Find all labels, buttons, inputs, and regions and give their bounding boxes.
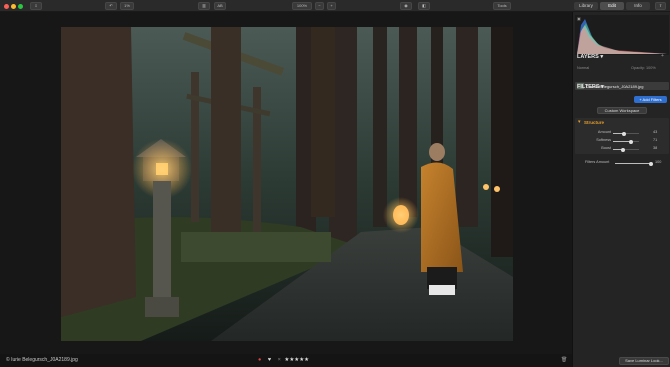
share-button[interactable]: ⇪ (655, 2, 666, 10)
structure-title: Structure (584, 120, 605, 125)
color-label-red[interactable]: ● (258, 357, 261, 363)
filters-title: FILTERS ▾ (577, 84, 604, 90)
softness-knob[interactable] (629, 139, 633, 144)
photo-image (61, 27, 513, 341)
slider-softness[interactable]: Softness 71 (575, 138, 669, 144)
slider-amount[interactable]: Amount 43 (575, 130, 669, 136)
status-bar: © Iurie Belegursch_J0A2189.jpg ● ♥ × ★★★… (0, 354, 572, 367)
layout-icon: ▥ (202, 3, 206, 8)
tab-edit[interactable]: Edit (600, 2, 624, 10)
trash-icon[interactable]: 🗑 (561, 357, 567, 363)
history-count[interactable]: 1% (120, 2, 134, 10)
amount-knob[interactable] (622, 131, 626, 136)
favorite-heart-icon[interactable]: ♥ (268, 357, 271, 363)
minimize-window-icon[interactable] (11, 4, 16, 9)
layer-opacity[interactable]: Opacity: 100% (631, 66, 656, 70)
preview-button[interactable]: ◉ (400, 2, 412, 10)
zoom-in-button[interactable]: + (327, 2, 336, 10)
histogram: ▣ (575, 15, 669, 55)
slider-boost[interactable]: Boost 38 (575, 146, 669, 152)
filename-label: © Iurie Belegursch_J0A2189.jpg (6, 357, 78, 363)
zoom-window-icon[interactable] (18, 4, 23, 9)
top-toolbar: ⇩ ↶ 1% ▥ AB 100% − + ◉ ◧ Tools Library E… (0, 0, 670, 12)
boost-knob[interactable] (621, 147, 625, 152)
histogram-icon[interactable]: ▣ (577, 16, 581, 22)
open-dropdown-button[interactable]: ⇩ (30, 2, 42, 10)
collapse-chevron-icon[interactable]: ▾ (578, 119, 581, 125)
star-rating[interactable]: ★★★★★ (284, 357, 309, 363)
history-button[interactable]: ↶ (105, 2, 117, 10)
rating-bar: ● ♥ × ★★★★★ (258, 357, 309, 363)
reject-icon[interactable]: × (278, 357, 281, 363)
structure-filter[interactable]: ▾ Structure Amount 43 Softness 71 Boost (575, 118, 669, 154)
workspace-dropdown[interactable]: Custom Workspace (597, 107, 647, 114)
save-look-button[interactable]: Save Luminar Look... (619, 357, 669, 365)
download-icon: ⇩ (34, 3, 38, 8)
amount-track[interactable] (613, 131, 639, 136)
tools-button[interactable]: Tools (493, 2, 511, 10)
tab-info[interactable]: Info (626, 2, 650, 10)
photo-preview[interactable] (61, 27, 513, 341)
filters-amount-slider[interactable]: Filters Amount 100 (575, 160, 669, 166)
tab-library[interactable]: Library (574, 2, 598, 10)
layers-title: LAYERS ▾ (577, 54, 604, 60)
layer-blend-mode[interactable]: Normal (577, 66, 589, 70)
zoom-out-button[interactable]: − (315, 2, 324, 10)
eye-icon: ◉ (404, 3, 408, 8)
share-icon: ⇪ (658, 3, 663, 8)
boost-track[interactable] (613, 147, 639, 152)
image-canvas[interactable] (0, 12, 572, 354)
add-filters-button[interactable]: + Add Filters (634, 96, 667, 103)
right-panel: ▣ LAYERS ▾ + Normal Opacity: 100% © Iuri… (572, 12, 670, 367)
histogram-graph (577, 19, 667, 54)
add-layer-icon[interactable]: + (661, 53, 664, 59)
zoom-level-button[interactable]: 100% (292, 2, 312, 10)
filters-amount-track[interactable] (615, 161, 653, 166)
softness-track[interactable] (613, 139, 639, 144)
filters-amount-knob[interactable] (649, 161, 653, 166)
compare-button[interactable]: ◧ (418, 2, 430, 10)
split-view-button[interactable]: AB (214, 2, 226, 10)
history-icon: ↶ (109, 3, 113, 8)
compare-icon: ◧ (422, 3, 426, 8)
close-window-icon[interactable] (4, 4, 9, 9)
view-layout-button[interactable]: ▥ (198, 2, 210, 10)
